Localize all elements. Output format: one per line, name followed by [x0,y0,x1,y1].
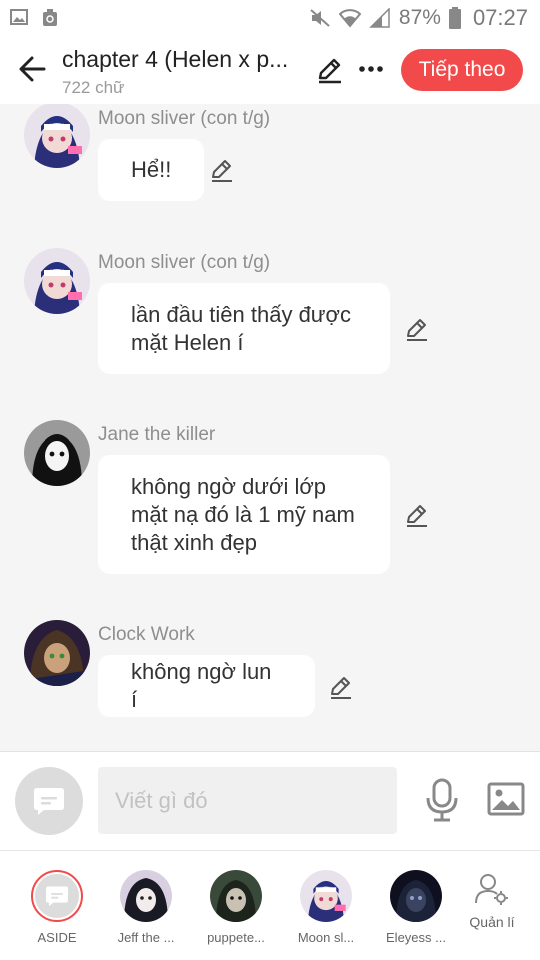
sender-name: Jane the killer [98,424,216,445]
character-jeff[interactable]: Jeff the ... [109,870,183,945]
character-bar: ASIDE Jeff the ... puppete... Moon sl...… [0,851,540,960]
recycle-notification-icon [43,9,57,26]
avatar[interactable] [24,248,90,314]
chat-bubble-icon [34,788,64,815]
edit-pencil-icon[interactable] [316,56,344,84]
clock: 07:27 [472,5,528,30]
avatar[interactable] [24,620,90,686]
mute-icon [310,9,330,27]
avatar [300,870,352,922]
character-label: Eleyess ... [386,930,446,945]
microphone-icon[interactable] [424,778,460,822]
edit-message-icon[interactable] [328,674,354,700]
manage-label: Quản lí [469,914,515,930]
gallery-notification-icon [10,9,28,25]
avatar [210,870,262,922]
avatar [120,870,172,922]
aside-avatar [31,870,83,922]
battery-percent: 87% [398,6,441,29]
character-label: ASIDE [37,930,77,945]
character-label: Jeff the ... [117,930,175,945]
word-count: 722 chữ [62,78,125,97]
signal-icon [369,8,390,28]
message-bubble[interactable]: không ngờ lun í [98,655,315,717]
input-bar [0,752,540,850]
character-label: Moon sl... [297,930,355,945]
message-input[interactable] [98,767,397,834]
edit-message-icon[interactable] [209,157,235,183]
avatar[interactable] [24,104,90,168]
user-settings-icon [475,874,508,905]
avatar [390,870,442,922]
sender-name: Clock Work [98,624,195,645]
character-moon-sliver[interactable]: Moon sl... [289,870,363,945]
character-eleyess[interactable]: Eleyess ... [379,870,453,945]
battery-icon [448,7,461,29]
chat-bubble-icon [46,886,68,907]
header: chapter 4 (Helen x p... 722 chữ Tiếp the… [0,38,540,104]
chat-area[interactable]: Moon sliver (con t/g) Hể!! Moon sliver (… [0,104,540,751]
sender-name: Moon sliver (con t/g) [98,252,271,273]
avatar[interactable] [24,420,90,486]
image-attach-icon[interactable] [487,782,525,816]
wifi-icon [338,9,361,28]
aside-toggle-button[interactable] [15,767,83,835]
status-bar: 87% 07:27 [0,0,540,38]
character-label: puppete... [207,930,265,945]
next-chapter-button[interactable]: Tiếp theo [401,49,523,91]
story-title: chapter 4 (Helen x p... [62,46,289,72]
manage-characters-button[interactable]: Quản lí [462,871,522,930]
edit-message-icon[interactable] [404,316,430,342]
edit-message-icon[interactable] [404,502,430,528]
message-bubble[interactable]: Hể!! [98,139,205,201]
sender-name: Moon sliver (con t/g) [98,108,271,129]
message-bubble[interactable]: không ngờ dưới lớp mặt nạ đó là 1 mỹ nam… [98,455,390,574]
character-aside[interactable]: ASIDE [20,870,94,945]
back-arrow-icon[interactable] [16,52,50,86]
more-options-icon[interactable] [358,56,384,82]
message-bubble[interactable]: lần đầu tiên thấy được mặt Helen í [98,283,390,374]
character-puppeteer[interactable]: puppete... [199,870,273,945]
